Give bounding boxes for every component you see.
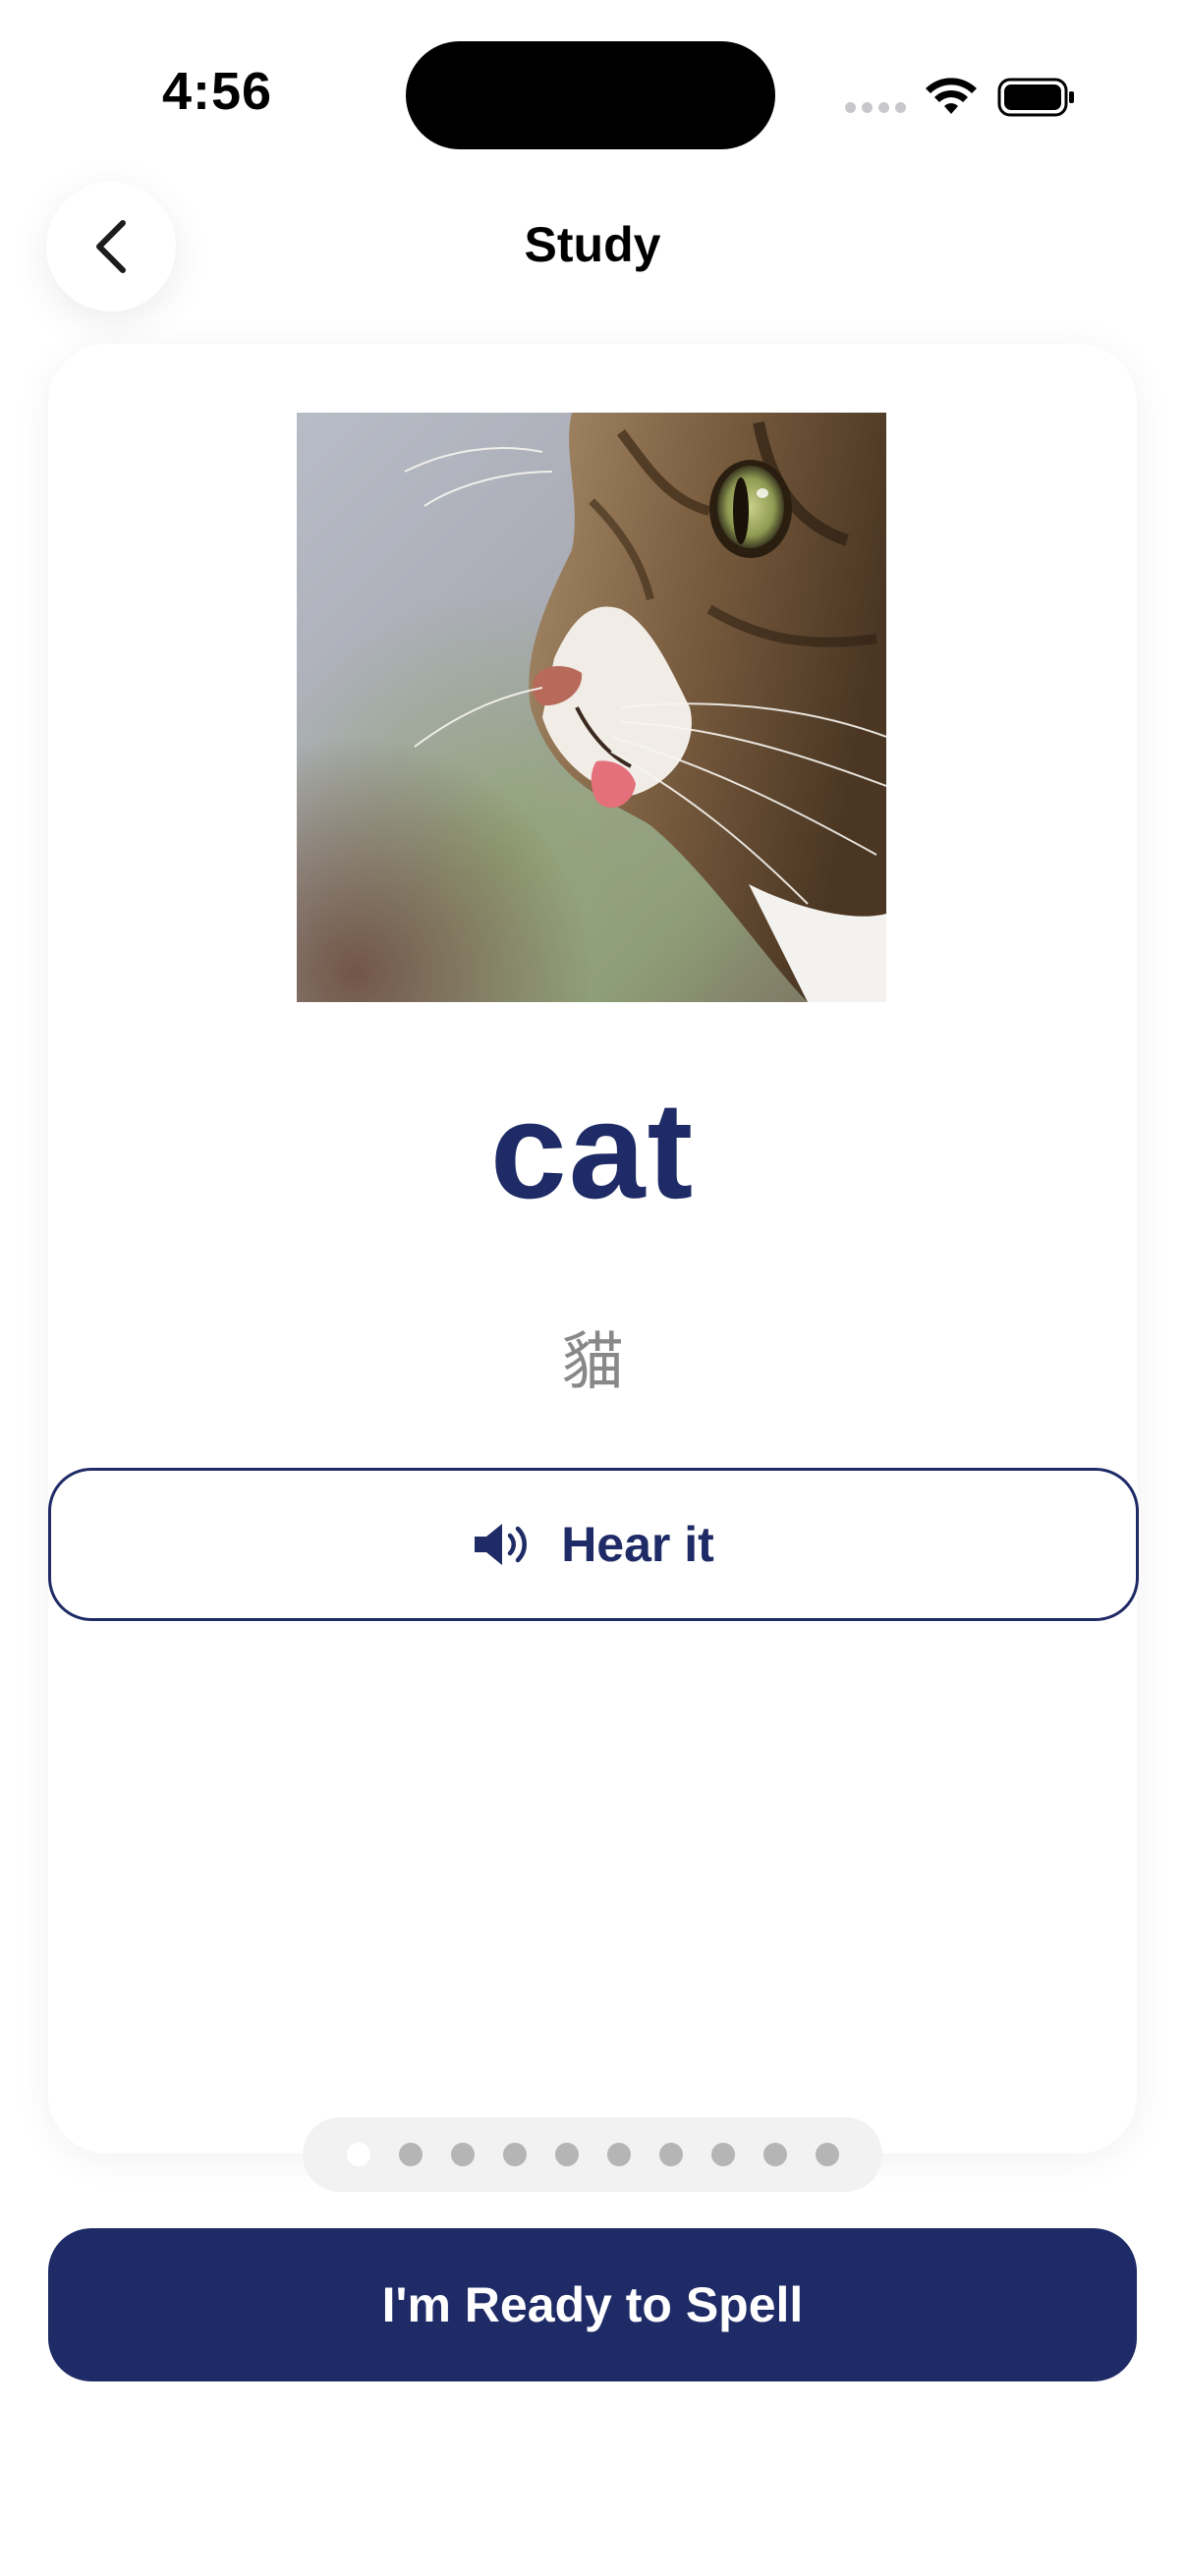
- word-image: [297, 413, 886, 1002]
- status-time: 4:56: [162, 62, 273, 121]
- page-dot[interactable]: [398, 2143, 423, 2166]
- cellular-signal-icon: [845, 102, 906, 113]
- page-dot[interactable]: [606, 2143, 631, 2166]
- page-dot[interactable]: [346, 2143, 370, 2166]
- page-dot[interactable]: [502, 2143, 527, 2166]
- study-word: cat: [489, 1073, 696, 1227]
- battery-icon: [997, 78, 1074, 117]
- status-bar: 4:56: [0, 0, 1185, 196]
- word-translation: 貓: [561, 1326, 624, 1399]
- dynamic-island: [406, 41, 775, 149]
- page-dot[interactable]: [450, 2143, 475, 2166]
- page-title: Study: [524, 217, 661, 272]
- hear-it-button[interactable]: Hear it: [48, 1468, 1139, 1621]
- ready-to-spell-button[interactable]: I'm Ready to Spell: [48, 2228, 1137, 2381]
- page-dot[interactable]: [762, 2143, 787, 2166]
- speaker-icon: [475, 1524, 528, 1565]
- page-dot[interactable]: [554, 2143, 579, 2166]
- wifi-icon: [926, 78, 977, 114]
- page-dot[interactable]: [815, 2143, 839, 2166]
- page-indicator[interactable]: [303, 2117, 882, 2192]
- hear-it-label: Hear it: [561, 1517, 714, 1572]
- ready-to-spell-label: I'm Ready to Spell: [381, 2277, 804, 2332]
- nav-bar: Study: [0, 177, 1185, 314]
- page-dot[interactable]: [710, 2143, 735, 2166]
- page-dot[interactable]: [658, 2143, 683, 2166]
